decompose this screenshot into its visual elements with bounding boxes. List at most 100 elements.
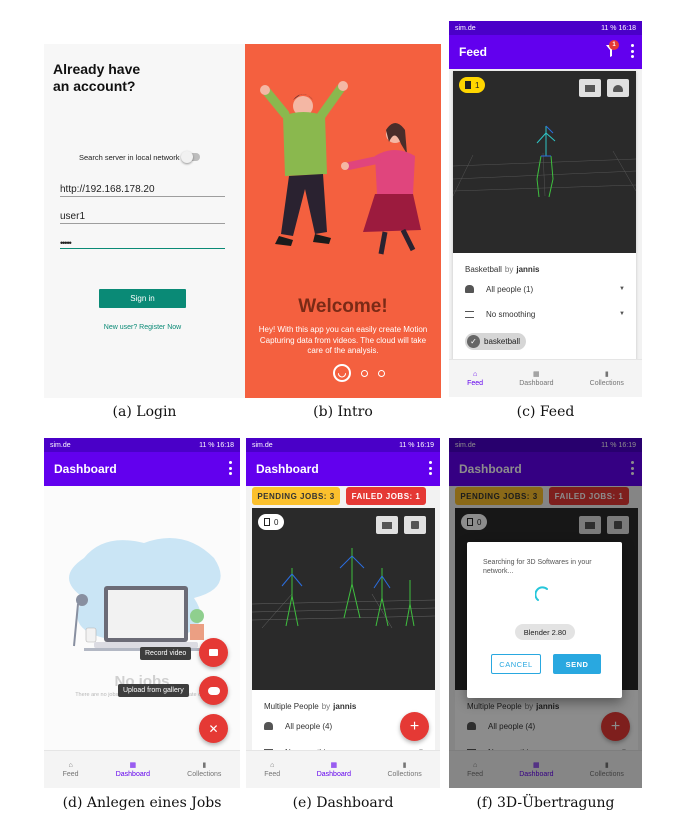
- nav-collections-label: Collections: [589, 380, 624, 387]
- caption-c: (c) Feed: [516, 404, 575, 420]
- export-3d-icon[interactable]: [376, 516, 398, 534]
- filter-icon[interactable]: 1: [606, 40, 619, 57]
- smoothing-dropdown-value: No smoothing: [486, 309, 536, 319]
- dashboard-icon: ▦: [129, 762, 137, 769]
- bookmark-badge[interactable]: 0: [258, 514, 285, 530]
- intro-body: Hey! With this app you can easily create…: [258, 325, 428, 355]
- nav-feed-label: Feed: [264, 770, 281, 778]
- feed-title: Feed: [459, 45, 488, 59]
- local-network-toggle-row: Search server in local network: [79, 150, 239, 164]
- dashboard-screen: sim.de 11 % 16:19 Dashboard PENDING JOBS…: [246, 438, 440, 788]
- carrier-text: sim.de: [50, 441, 71, 449]
- register-link[interactable]: New user? Register Now: [74, 324, 211, 331]
- login-heading: Already have an account?: [53, 61, 141, 94]
- dashboard-icon: ▦: [330, 762, 338, 769]
- login-screen: Already have an account? Search server i…: [44, 44, 245, 398]
- nav-feed-label: Feed: [62, 770, 79, 778]
- username-field[interactable]: user1: [60, 206, 225, 224]
- job-card-name: Multiple People: [264, 702, 319, 711]
- transfer-screen: sim.de 11 % 16:19 Dashboard PENDING JOBS…: [449, 438, 642, 788]
- people-dropdown[interactable]: All people (1) ▼: [465, 281, 625, 297]
- upload-tooltip: Upload from gallery: [118, 684, 189, 697]
- caption-b: (b) Intro: [313, 404, 373, 420]
- nav-feed[interactable]: ⌂ Feed: [467, 371, 483, 387]
- nav-collections[interactable]: ▮ Collections: [590, 370, 624, 387]
- feed-3d-view[interactable]: 1: [453, 71, 636, 253]
- job-card-by: by: [321, 702, 331, 711]
- feed-card-author: jannis: [516, 265, 540, 274]
- carrier-text: sim.de: [455, 24, 476, 32]
- caption-e: (e) Dashboard: [292, 795, 394, 811]
- nav-collections[interactable]: ▮ Collections: [187, 761, 221, 778]
- nav-dashboard[interactable]: ▦ Dashboard: [519, 370, 553, 387]
- status-bar: sim.de 11 % 16:18: [44, 438, 240, 452]
- software-chip[interactable]: Blender 2.80: [515, 624, 575, 640]
- pager-dot-3[interactable]: [378, 369, 385, 377]
- nav-dashboard[interactable]: ▦ Dashboard: [317, 761, 351, 778]
- cloud-upload-icon: [207, 686, 220, 695]
- send-button[interactable]: SEND: [553, 654, 601, 674]
- job-card-title: Multiple People by jannis: [264, 702, 356, 711]
- transfer-dialog: Searching for 3D Softwares in your netwo…: [467, 542, 622, 698]
- carrier-text: sim.de: [252, 441, 273, 449]
- person-icon: [264, 722, 273, 730]
- local-network-toggle[interactable]: [181, 151, 201, 163]
- intro-title: Welcome!: [298, 296, 388, 317]
- home-icon: ⌂: [472, 370, 478, 378]
- videocam-icon: [209, 649, 218, 656]
- people-icon[interactable]: [607, 79, 629, 97]
- caption-a: (a) Login: [112, 404, 177, 420]
- tag-chip-label: basketball: [484, 337, 521, 346]
- add-job-button[interactable]: +: [400, 712, 429, 741]
- bookmark-icon: ▮: [402, 762, 407, 769]
- add-icon: +: [409, 717, 420, 735]
- bookmark-count: 0: [274, 517, 279, 527]
- more-vert-icon[interactable]: [630, 44, 634, 58]
- feed-card-title: Basketball by jannis: [465, 265, 540, 274]
- upload-gallery-button[interactable]: [199, 676, 228, 705]
- close-icon: ✕: [208, 721, 219, 736]
- bookmark-icon: ▮: [202, 762, 207, 769]
- nav-feed[interactable]: ⌂ Feed: [63, 762, 79, 778]
- bookmark-icon: ▮: [604, 371, 609, 378]
- notification-count: 1: [609, 40, 619, 50]
- job-3d-view[interactable]: 0: [252, 508, 435, 690]
- dashboard-title: Dashboard: [256, 462, 319, 476]
- server-field[interactable]: http://192.168.178.20: [60, 179, 225, 197]
- dashboard-empty-screen: sim.de 11 % 16:18 Dashboard No jobs Ther…: [44, 438, 240, 788]
- tag-chip[interactable]: ✓ basketball: [465, 333, 527, 350]
- intro-screen: Welcome! Hey! With this app you can easi…: [245, 44, 441, 398]
- smile-icon[interactable]: ◡: [333, 364, 351, 382]
- record-tooltip: Record video: [140, 647, 192, 660]
- nav-dashboard-label: Dashboard: [519, 380, 554, 387]
- bottom-nav: ⌂ Feed ▦ Dashboard ▮ Collections: [449, 359, 642, 397]
- status-right: 11 % 16:18: [199, 441, 234, 449]
- signin-button-label: Sign in: [130, 294, 155, 303]
- nav-feed[interactable]: ⌂ Feed: [264, 762, 280, 778]
- people-dropdown-value: All people (4): [285, 721, 333, 731]
- tune-icon: [465, 310, 474, 318]
- speed-dial-overlay: [44, 486, 240, 750]
- password-field[interactable]: •••••: [60, 233, 225, 249]
- password-field-value: •••••: [60, 238, 72, 248]
- job-card-author: jannis: [333, 702, 357, 711]
- more-vert-icon[interactable]: [428, 461, 432, 475]
- lock-icon[interactable]: [404, 516, 426, 534]
- more-vert-icon[interactable]: [228, 461, 232, 475]
- cancel-button[interactable]: CANCEL: [491, 654, 541, 674]
- bookmark-badge[interactable]: 1: [459, 77, 486, 93]
- signin-button[interactable]: Sign in: [99, 289, 186, 308]
- nav-collections[interactable]: ▮ Collections: [387, 761, 421, 778]
- people-dropdown-value: All people (1): [486, 284, 534, 294]
- nav-dashboard[interactable]: ▦ Dashboard: [116, 761, 150, 778]
- export-3d-icon[interactable]: [579, 79, 601, 97]
- pending-jobs-chip[interactable]: PENDING JOBS: 3: [252, 487, 340, 505]
- pager-dot-2[interactable]: [361, 369, 368, 377]
- status-bar: sim.de 11 % 16:18: [449, 21, 642, 35]
- smoothing-dropdown[interactable]: No smoothing ▼: [465, 306, 625, 322]
- close-speed-dial-button[interactable]: ✕: [199, 714, 228, 743]
- people-dropdown[interactable]: All people (4): [264, 718, 414, 734]
- record-video-button[interactable]: [199, 638, 228, 667]
- failed-jobs-chip[interactable]: FAILED JOBS: 1: [346, 487, 426, 505]
- person-icon: [465, 285, 474, 293]
